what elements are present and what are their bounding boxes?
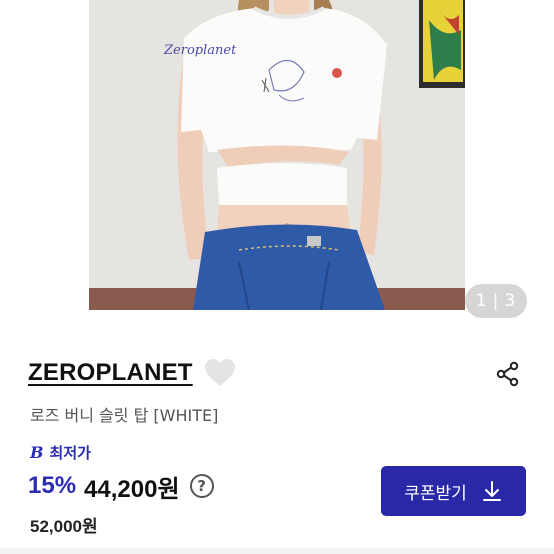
lowest-price-text: 최저가 bbox=[49, 444, 91, 462]
discount-rate: 15% bbox=[28, 472, 77, 499]
product-image-gallery[interactable]: Zeroplanet 1 | 3 bbox=[0, 0, 554, 318]
question-circle-icon[interactable]: ? bbox=[189, 474, 214, 498]
gallery-pager: 1 | 3 bbox=[465, 284, 527, 318]
coupon-button-label: 쿠폰받기 bbox=[404, 483, 467, 504]
pager-total: 3 bbox=[504, 291, 517, 311]
pager-separator: | bbox=[492, 291, 500, 311]
product-photo: Zeroplanet bbox=[89, 0, 465, 310]
original-price: 52,000원 bbox=[30, 517, 98, 536]
shirt-print-text: Zeroplanet bbox=[164, 43, 237, 58]
sale-price: 44,200원 bbox=[84, 475, 180, 503]
product-photo-illustration bbox=[89, 0, 465, 310]
brand-row: ZEROPLANET bbox=[28, 355, 237, 391]
share-icon bbox=[496, 361, 519, 387]
coupon-download-button[interactable]: 쿠폰받기 bbox=[381, 466, 526, 516]
heart-icon bbox=[204, 359, 235, 386]
share-button[interactable] bbox=[494, 360, 522, 388]
download-arrow-icon bbox=[481, 480, 503, 502]
product-name: 로즈 버니 슬릿 탑 [WHITE] bbox=[30, 406, 219, 425]
pager-current: 1 bbox=[475, 291, 488, 311]
section-divider bbox=[0, 548, 554, 554]
price-row: 15% 44,200원 ? bbox=[28, 470, 214, 503]
favorite-button[interactable] bbox=[203, 357, 237, 389]
lowest-price-label: B 최저가 bbox=[30, 442, 91, 463]
brand-link[interactable]: ZEROPLANET bbox=[28, 359, 193, 387]
product-detail-page: Zeroplanet 1 | 3 ZEROPLANET 로즈 버니 슬릿 탑 [… bbox=[0, 0, 554, 554]
benefit-mark-icon: B bbox=[30, 443, 44, 462]
